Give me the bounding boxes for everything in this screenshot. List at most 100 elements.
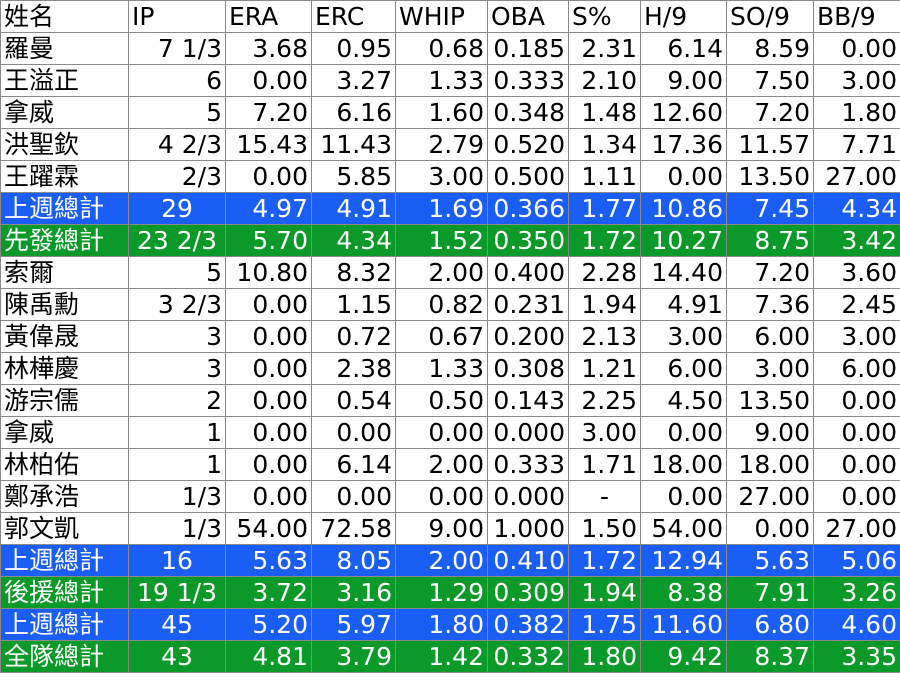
cell-erc: 4.34 [311,224,396,257]
cell-ip: 2/3 [128,160,226,193]
cell-erc: 72.58 [311,512,396,545]
cell-name: 全隊總計 [0,640,129,673]
column-header-so9: SO/9 [726,0,814,33]
cell-name: 陳禹勳 [0,288,129,321]
cell-whip: 1.80 [395,608,488,641]
cell-whip: 1.33 [395,352,488,385]
cell-h9: 17.36 [640,128,727,161]
cell-era: 54.00 [225,512,312,545]
cell-whip: 0.67 [395,320,488,353]
cell-oba: 0.350 [487,224,569,257]
cell-h9: 10.86 [640,192,727,225]
cell-era: 0.00 [225,160,312,193]
cell-whip: 0.00 [395,480,488,513]
cell-era: 3.68 [225,32,312,65]
cell-whip: 0.50 [395,384,488,417]
cell-ip: 1/3 [128,512,226,545]
cell-whip: 2.79 [395,128,488,161]
cell-era: 5.70 [225,224,312,257]
cell-name: 洪聖欽 [0,128,129,161]
column-header-name: 姓名 [0,0,129,33]
table-row: 羅曼 7 1/3 3.68 0.95 0.68 0.185 2.31 6.14 8.59 0.00 [0,32,900,65]
cell-s-pct: 1.80 [568,640,641,673]
cell-h9: 54.00 [640,512,727,545]
cell-name: 上週總計 [0,608,129,641]
cell-bb9: 3.60 [813,256,900,289]
table-row: 郭文凱 1/3 54.00 72.58 9.00 1.000 1.50 54.00 0.00 27… [0,512,900,545]
cell-so9: 7.50 [726,64,814,97]
cell-s-pct: 1.48 [568,96,641,129]
total-row: 後援總計 19 1/3 3.72 3.16 1.29 0.309 1.94 8.38 7.91 3… [0,576,900,609]
cell-h9: 4.50 [640,384,727,417]
cell-erc: 1.15 [311,288,396,321]
cell-so9: 8.37 [726,640,814,673]
cell-so9: 8.59 [726,32,814,65]
cell-ip: 5 [128,256,226,289]
cell-so9: 18.00 [726,448,814,481]
cell-era: 4.81 [225,640,312,673]
cell-era: 3.72 [225,576,312,609]
cell-ip: 43 [128,640,226,673]
cell-h9: 4.91 [640,288,727,321]
cell-s-pct: 3.00 [568,416,641,449]
column-header-oba: OBA [487,0,569,33]
cell-oba: 0.333 [487,448,569,481]
cell-oba: 0.231 [487,288,569,321]
cell-era: 0.00 [225,448,312,481]
cell-erc: 3.27 [311,64,396,97]
pitching-stats-table: 姓名 IP ERA ERC WHIP OBA S% H/9 SO/9 BB/9 羅曼 7 1/3 3.… [0,0,900,673]
cell-erc: 3.16 [311,576,396,609]
cell-ip: 1 [128,448,226,481]
cell-name: 郭文凱 [0,512,129,545]
cell-so9: 7.91 [726,576,814,609]
cell-name: 游宗儒 [0,384,129,417]
cell-whip: 1.42 [395,640,488,673]
cell-so9: 6.00 [726,320,814,353]
cell-name: 上週總計 [0,192,129,225]
cell-whip: 3.00 [395,160,488,193]
cell-s-pct: 1.77 [568,192,641,225]
cell-s-pct: 1.75 [568,608,641,641]
cell-s-pct: 2.13 [568,320,641,353]
table-body: 羅曼 7 1/3 3.68 0.95 0.68 0.185 2.31 6.14 8.59 0.00… [0,32,900,673]
cell-erc: 5.85 [311,160,396,193]
table-row: 陳禹勳 3 2/3 0.00 1.15 0.82 0.231 1.94 4.91 7.36 2.4… [0,288,900,321]
cell-erc: 2.38 [311,352,396,385]
cell-whip: 2.00 [395,448,488,481]
cell-s-pct: 1.72 [568,544,641,577]
cell-bb9: 0.00 [813,448,900,481]
total-row: 上週總計 29 4.97 4.91 1.69 0.366 1.77 10.86 7.45 4.34 [0,192,900,225]
cell-bb9: 3.42 [813,224,900,257]
cell-bb9: 2.45 [813,288,900,321]
cell-so9: 0.00 [726,512,814,545]
cell-ip: 1 [128,416,226,449]
cell-whip: 2.00 [395,544,488,577]
table-row: 洪聖欽 4 2/3 15.43 11.43 2.79 0.520 1.34 17.36 11.5… [0,128,900,161]
cell-name: 林樺慶 [0,352,129,385]
table-row: 拿威 1 0.00 0.00 0.00 0.000 3.00 0.00 9.00 0.00 [0,416,900,449]
cell-oba: 0.333 [487,64,569,97]
cell-oba: 0.200 [487,320,569,353]
cell-ip: 3 [128,352,226,385]
cell-erc: 11.43 [311,128,396,161]
cell-ip: 45 [128,608,226,641]
cell-whip: 1.33 [395,64,488,97]
cell-whip: 0.68 [395,32,488,65]
cell-bb9: 0.00 [813,416,900,449]
table-row: 王溢正 6 0.00 3.27 1.33 0.333 2.10 9.00 7.50 3.00 [0,64,900,97]
cell-h9: 0.00 [640,160,727,193]
total-row: 全隊總計 43 4.81 3.79 1.42 0.332 1.80 9.42 8.37 3.35 [0,640,900,673]
cell-erc: 0.54 [311,384,396,417]
cell-era: 10.80 [225,256,312,289]
cell-era: 4.97 [225,192,312,225]
cell-era: 0.00 [225,288,312,321]
cell-s-pct: 1.72 [568,224,641,257]
cell-oba: 0.520 [487,128,569,161]
cell-so9: 6.80 [726,608,814,641]
cell-h9: 14.40 [640,256,727,289]
cell-name: 鄭承浩 [0,480,129,513]
cell-ip: 5 [128,96,226,129]
cell-h9: 6.00 [640,352,727,385]
cell-era: 15.43 [225,128,312,161]
cell-era: 5.63 [225,544,312,577]
